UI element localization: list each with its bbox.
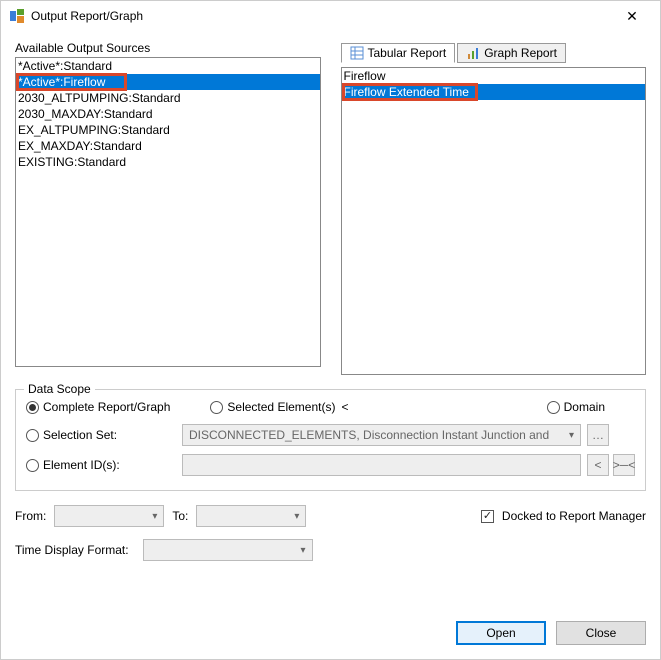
- list-item-label: Fireflow Extended Time: [344, 85, 469, 99]
- list-item[interactable]: EX_MAXDAY:Standard: [16, 138, 320, 154]
- list-item[interactable]: EXISTING:Standard: [16, 154, 320, 170]
- chevron-left-icon: <: [594, 458, 601, 472]
- scope-inputs: Selection Set: DISCONNECTED_ELEMENTS, Di…: [26, 424, 635, 476]
- list-item[interactable]: Fireflow Extended Time: [342, 84, 646, 100]
- time-format-combo[interactable]: ▾: [143, 539, 313, 561]
- tab-label: Graph Report: [484, 46, 557, 60]
- report-list[interactable]: Fireflow Fireflow Extended Time: [341, 67, 647, 375]
- button-label: Close: [586, 626, 617, 640]
- available-sources-list[interactable]: *Active*:Standard *Active*:Fireflow 2030…: [15, 57, 321, 367]
- pick-button[interactable]: >─<: [613, 454, 635, 476]
- to-combo[interactable]: ▾: [196, 505, 306, 527]
- docked-label: Docked to Report Manager: [502, 509, 646, 523]
- radio-label: Complete Report/Graph: [43, 400, 170, 414]
- radio-label: Domain: [564, 400, 605, 414]
- content-area: Available Output Sources *Active*:Standa…: [1, 31, 660, 607]
- scope-radio-row: Complete Report/Graph Selected Element(s…: [26, 400, 635, 414]
- chevron-down-icon: ▾: [152, 511, 157, 522]
- from-label: From:: [15, 509, 46, 523]
- selection-set-browse-button[interactable]: …: [587, 424, 609, 446]
- element-ids-input[interactable]: [182, 454, 581, 476]
- radio-complete[interactable]: Complete Report/Graph: [26, 400, 170, 414]
- radio-icon: [26, 459, 39, 472]
- titlebar: Output Report/Graph ✕: [1, 1, 660, 31]
- list-item[interactable]: 2030_ALTPUMPING:Standard: [16, 90, 320, 106]
- element-id-buttons: < >─<: [587, 454, 635, 476]
- data-scope-legend: Data Scope: [24, 382, 95, 396]
- chevron-down-icon: ▾: [294, 511, 299, 522]
- window-title: Output Report/Graph: [31, 9, 612, 23]
- radio-label: Selected Element(s): [227, 400, 335, 414]
- dialog-window: Output Report/Graph ✕ Available Output S…: [0, 0, 661, 660]
- close-button[interactable]: Close: [556, 621, 646, 645]
- radio-icon: [26, 401, 39, 414]
- time-format-label: Time Display Format:: [15, 543, 129, 557]
- list-item[interactable]: EX_ALTPUMPING:Standard: [16, 122, 320, 138]
- docked-checkbox[interactable]: [481, 510, 494, 523]
- time-format-row: Time Display Format: ▾: [15, 539, 646, 561]
- radio-domain[interactable]: Domain: [547, 400, 605, 414]
- tab-tabular-report[interactable]: Tabular Report: [341, 43, 456, 63]
- selection-set-combo[interactable]: DISCONNECTED_ELEMENTS, Disconnection Ins…: [182, 424, 581, 446]
- prev-button[interactable]: <: [587, 454, 609, 476]
- radio-icon: [210, 401, 223, 414]
- graph-icon: [466, 46, 480, 60]
- chevron-down-icon: ▾: [301, 545, 306, 556]
- pick-icon: >─<: [613, 458, 636, 472]
- radio-label: Element ID(s):: [43, 458, 120, 472]
- close-icon[interactable]: ✕: [612, 8, 652, 25]
- to-label: To:: [172, 509, 188, 523]
- dialog-footer: Open Close: [1, 607, 660, 659]
- tab-graph-report[interactable]: Graph Report: [457, 43, 566, 63]
- chevron-left-icon: <: [341, 400, 348, 414]
- data-scope-group: Data Scope Complete Report/Graph Selecte…: [15, 389, 646, 491]
- top-panels: Available Output Sources *Active*:Standa…: [15, 41, 646, 375]
- chevron-down-icon: ▾: [569, 430, 574, 441]
- tabular-icon: [350, 46, 364, 60]
- radio-icon: [547, 401, 560, 414]
- tab-label: Tabular Report: [368, 46, 447, 60]
- radio-element-ids[interactable]: Element ID(s):: [26, 458, 176, 472]
- combo-value: DISCONNECTED_ELEMENTS, Disconnection Ins…: [189, 428, 549, 442]
- list-item[interactable]: *Active*:Fireflow: [16, 74, 320, 90]
- radio-icon: [26, 429, 39, 442]
- from-combo[interactable]: ▾: [54, 505, 164, 527]
- available-sources-panel: Available Output Sources *Active*:Standa…: [15, 41, 321, 375]
- list-item[interactable]: *Active*:Standard: [16, 58, 320, 74]
- button-label: Open: [486, 626, 515, 640]
- radio-selection-set[interactable]: Selection Set:: [26, 428, 176, 442]
- report-tabs: Tabular Report Graph Report: [341, 41, 647, 65]
- list-item[interactable]: 2030_MAXDAY:Standard: [16, 106, 320, 122]
- radio-selected-elements[interactable]: Selected Element(s) <: [210, 400, 348, 414]
- app-icon: [9, 8, 25, 24]
- report-panel: Tabular Report Graph Report Fireflow Fir…: [341, 41, 647, 375]
- time-range-row: From: ▾ To: ▾ Docked to Report Manager: [15, 505, 646, 527]
- open-button[interactable]: Open: [456, 621, 546, 645]
- list-item-label: *Active*:Fireflow: [18, 75, 105, 89]
- radio-label: Selection Set:: [43, 428, 117, 442]
- list-item[interactable]: Fireflow: [342, 68, 646, 84]
- available-sources-label: Available Output Sources: [15, 41, 321, 55]
